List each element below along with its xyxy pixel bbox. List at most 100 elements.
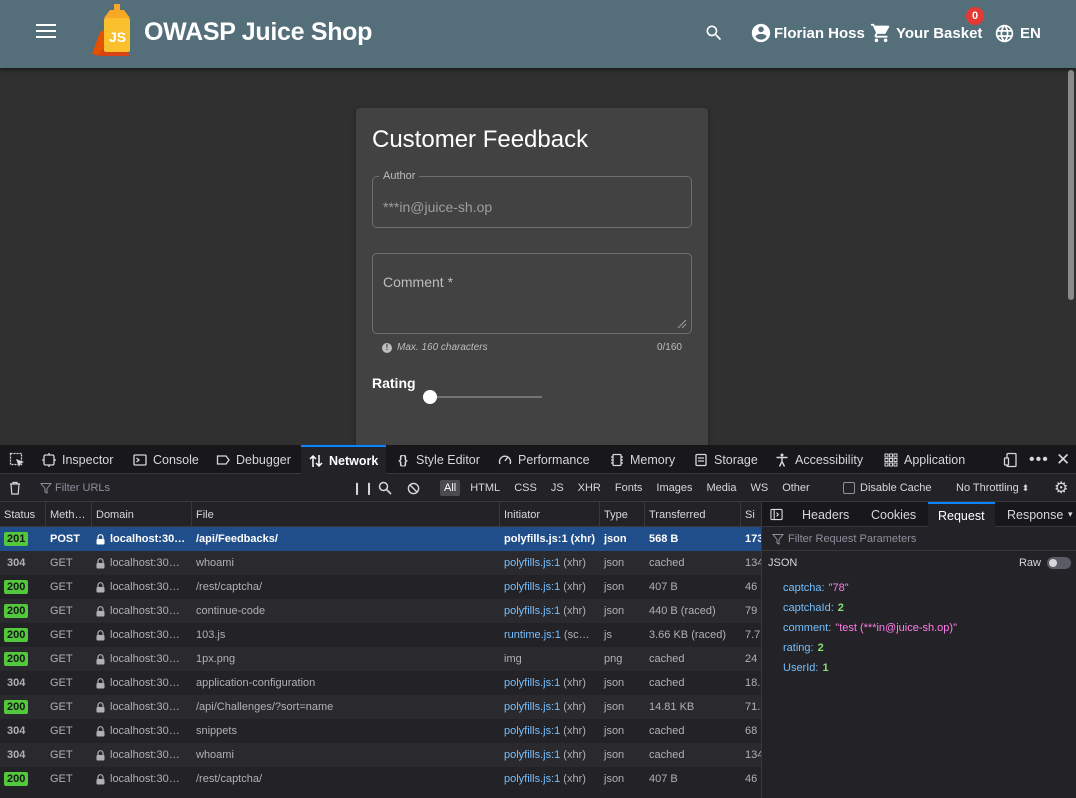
filter-html[interactable]: HTML	[466, 480, 504, 496]
col-size[interactable]: Si	[741, 502, 761, 527]
details-tab-cookies[interactable]: Cookies	[871, 502, 916, 527]
basket-button[interactable]: Your Basket	[870, 20, 982, 46]
table-row[interactable]: 304 GET localhost:30… snippets polyfills.js:…	[0, 719, 761, 743]
initiator-link[interactable]: polyfills.js:1	[504, 749, 560, 761]
col-transferred[interactable]: Transferred	[645, 502, 741, 527]
page-scrollbar[interactable]	[1068, 70, 1074, 300]
initiator-link[interactable]: polyfills.js:1	[504, 533, 568, 545]
initiator-link[interactable]: polyfills.js:1	[504, 725, 560, 737]
filter-other[interactable]: Other	[778, 480, 814, 496]
search-button[interactable]	[704, 20, 724, 46]
url-filter-input[interactable]: Filter URLs	[40, 474, 110, 502]
col-initiator[interactable]: Initiator	[500, 502, 600, 527]
col-file[interactable]: File	[192, 502, 500, 527]
tab-performance-label: Performance	[518, 452, 590, 467]
tab-console[interactable]: Console	[133, 445, 199, 474]
clear-requests-button[interactable]	[8, 474, 22, 502]
col-type[interactable]: Type	[600, 502, 645, 527]
author-field[interactable]: Author ***in@juice-sh.op	[372, 170, 692, 228]
block-requests-button[interactable]	[407, 474, 420, 502]
domain-text: localhost:30…	[110, 557, 180, 569]
throttling-select[interactable]: No Throttling ⬍	[956, 474, 1029, 502]
tab-debugger[interactable]: Debugger	[216, 445, 291, 474]
payload-entry[interactable]: UserId: 1	[783, 662, 829, 674]
table-row[interactable]: 304 GET localhost:30… whoami polyfills.js:1 …	[0, 551, 761, 575]
raw-toggle-switch[interactable]	[1047, 557, 1071, 569]
initiator-link[interactable]: polyfills.js:1	[504, 701, 560, 713]
menu-icon[interactable]	[36, 24, 56, 40]
filter-ws[interactable]: WS	[746, 480, 772, 496]
col-method[interactable]: Meth…	[46, 502, 92, 527]
cell-type: json	[604, 749, 625, 761]
filter-images[interactable]: Images	[652, 480, 696, 496]
table-row[interactable]: 200 GET localhost:30… /rest/captcha/polyfil…	[0, 575, 761, 599]
json-section-header[interactable]: JSON Raw	[762, 551, 1076, 575]
close-devtools-icon[interactable]: ✕	[1056, 445, 1070, 474]
table-row[interactable]: 200 GET localhost:30… /rest/captcha/polyfil…	[0, 767, 761, 791]
filter-xhr[interactable]: XHR	[574, 480, 605, 496]
details-tab-response[interactable]: Response	[1007, 502, 1063, 527]
payload-entry[interactable]: captcha: "78"	[783, 582, 849, 594]
cell-domain: localhost:30…	[92, 719, 192, 743]
domain-text: localhost:30…	[110, 581, 180, 593]
element-picker-button[interactable]	[6, 445, 28, 474]
table-row[interactable]: 200 GET localhost:30… /api/Challenges/?sort…	[0, 695, 761, 719]
tab-memory[interactable]: Memory	[610, 445, 675, 474]
cell-file: /api/Feedbacks/	[196, 533, 278, 545]
app-title[interactable]: OWASP Juice Shop	[144, 18, 372, 47]
filter-all[interactable]: All	[440, 480, 461, 496]
table-row[interactable]: 200 GET localhost:30… continue-code polyfill…	[0, 599, 761, 623]
tab-style-editor[interactable]: {} Style Editor	[396, 445, 480, 474]
tab-performance[interactable]: Performance	[498, 445, 590, 474]
resize-handle-icon[interactable]	[677, 319, 687, 329]
initiator-link[interactable]: runtime.js:1	[504, 629, 561, 641]
filter-fonts[interactable]: Fonts	[611, 480, 647, 496]
responsive-design-button[interactable]	[1003, 445, 1019, 474]
pause-icon[interactable]: ❙❙	[352, 474, 376, 502]
tab-application[interactable]: Application	[884, 445, 965, 474]
juice-shop-logo-icon[interactable]: JS	[90, 4, 138, 60]
filter-js[interactable]: JS	[547, 480, 568, 496]
disable-cache-checkbox[interactable]: Disable Cache	[843, 474, 932, 502]
payload-entry[interactable]: captchaId: 2	[783, 602, 844, 614]
tab-application-label: Application	[904, 452, 966, 467]
comment-hint-text: Max. 160 characters	[397, 342, 488, 353]
lock-icon	[96, 605, 105, 616]
table-row[interactable]: 200 GET localhost:30… 103.js runtime.js:1 (s…	[0, 623, 761, 647]
checkbox-box	[843, 482, 855, 494]
search-requests-button[interactable]	[378, 474, 392, 502]
network-settings-gear-icon[interactable]: ⚙	[1054, 474, 1068, 502]
table-row[interactable]: 201 POST localhost:30… /api/Feedbacks/polyf…	[0, 527, 761, 551]
tab-storage[interactable]: Storage	[694, 445, 758, 474]
initiator-link[interactable]: polyfills.js:1	[504, 773, 560, 785]
table-row[interactable]: 200 GET localhost:30… 1px.png img png cached 24	[0, 647, 761, 671]
rating-slider-track[interactable]	[430, 396, 542, 398]
col-domain[interactable]: Domain	[92, 502, 192, 527]
filter-css[interactable]: CSS	[510, 480, 541, 496]
comment-field[interactable]: Comment *	[372, 253, 692, 334]
tabs-overflow-chevron-icon[interactable]: ▾	[1068, 502, 1073, 527]
initiator-link[interactable]: polyfills.js:1	[504, 605, 560, 617]
more-options-icon[interactable]: •••	[1029, 445, 1049, 474]
details-tab-request[interactable]: Request	[928, 502, 995, 527]
table-row[interactable]: 304 GET localhost:30… application-configura…	[0, 671, 761, 695]
throttling-label: No Throttling	[956, 482, 1019, 494]
col-status[interactable]: Status	[0, 502, 46, 527]
initiator-link[interactable]: polyfills.js:1	[504, 581, 560, 593]
tab-accessibility[interactable]: Accessibility	[775, 445, 863, 474]
payload-entry[interactable]: rating: 2	[783, 642, 824, 654]
tab-network[interactable]: Network	[301, 445, 386, 474]
tab-inspector[interactable]: Inspector	[42, 445, 113, 474]
table-row[interactable]: 304 GET localhost:30… whoami polyfills.js:1 …	[0, 743, 761, 767]
initiator-link[interactable]: polyfills.js:1	[504, 557, 560, 569]
language-button[interactable]: EN	[994, 20, 1041, 46]
account-button[interactable]: Florian Hoss	[750, 20, 865, 46]
filter-media[interactable]: Media	[702, 480, 740, 496]
payload-entry[interactable]: comment: "test (***in@juice-sh.op)"	[783, 622, 957, 634]
request-params-filter-input[interactable]: Filter Request Parameters	[762, 527, 1076, 551]
rating-slider-thumb[interactable]	[423, 390, 437, 404]
details-tab-headers[interactable]: Headers	[802, 502, 849, 527]
details-toggle-button[interactable]	[770, 502, 783, 527]
raw-toggle[interactable]: Raw	[1019, 557, 1071, 569]
initiator-link[interactable]: polyfills.js:1	[504, 677, 560, 689]
